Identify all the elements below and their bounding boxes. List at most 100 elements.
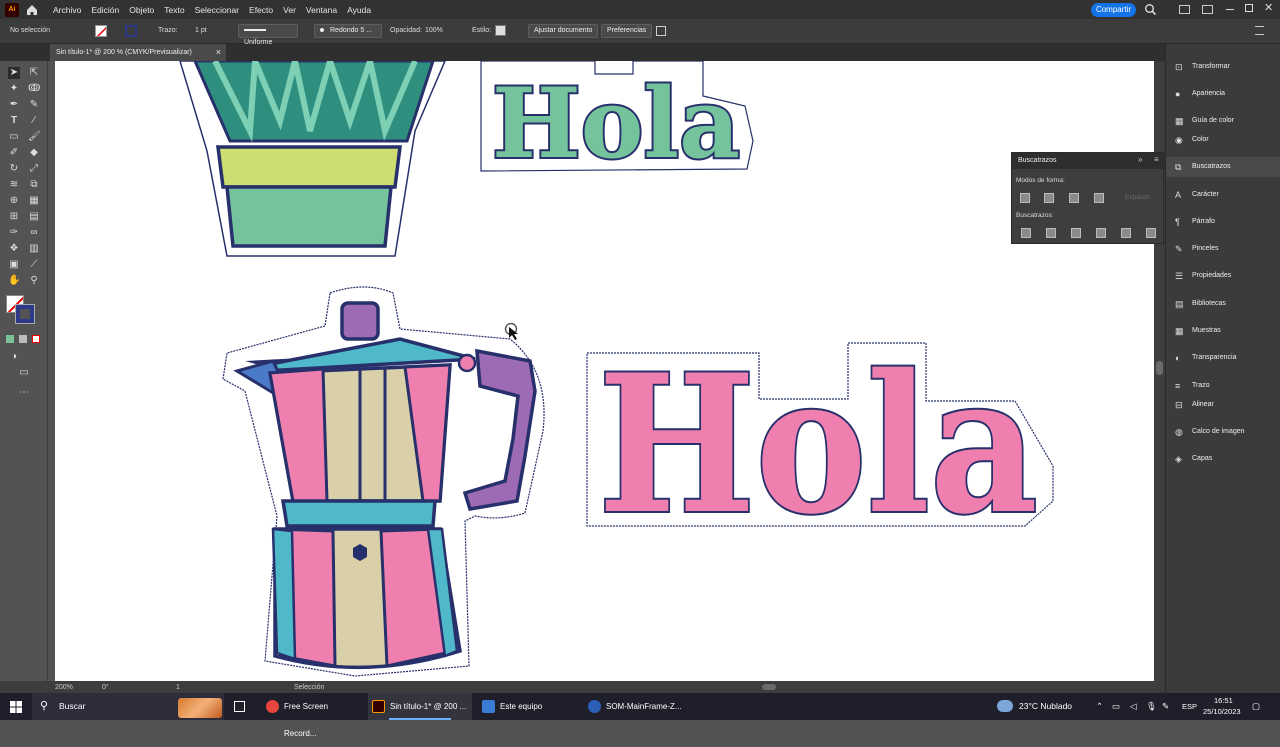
vertical-scroll-thumb[interactable]	[1156, 361, 1163, 375]
stroke-weight-field[interactable]: 1 pt	[195, 27, 207, 34]
taskbar-app-som[interactable]: SOM-MainFrame-Z...	[584, 693, 688, 720]
outline-button[interactable]	[1121, 228, 1131, 238]
notifications-icon[interactable]: ▢	[1252, 693, 1260, 720]
document-tab[interactable]: Sin título-1* @ 200 % (CMYK/Previsualiza…	[50, 44, 226, 61]
paintbrush-tool-icon[interactable]: 🖌	[28, 131, 41, 143]
perspective-tool-icon[interactable]: ▦	[28, 195, 40, 207]
exclude-button[interactable]	[1094, 193, 1104, 203]
scale-tool-icon[interactable]: ⤢	[28, 163, 40, 175]
expand-button[interactable]: Expandir	[1125, 194, 1151, 201]
minus-front-button[interactable]	[1044, 193, 1054, 203]
weather-text[interactable]: 23°C Nublado	[1019, 693, 1072, 720]
workspace-icon[interactable]	[1179, 5, 1190, 14]
lasso-tool-icon[interactable]: ↂ	[28, 83, 40, 95]
blend-tool-icon[interactable]: ∞	[28, 227, 40, 239]
panel-trazo[interactable]: ≡ Trazo	[1166, 376, 1280, 396]
maximize-icon[interactable]	[1245, 4, 1253, 12]
panel-transformar[interactable]: ⊡ Transformar	[1166, 57, 1280, 77]
tray-chevron-icon[interactable]: ⌃	[1096, 693, 1103, 720]
panel-parrafo[interactable]: ¶ Párrafo	[1166, 212, 1280, 232]
close-window-icon[interactable]: ✕	[1264, 1, 1273, 14]
panel-apariencia[interactable]: ● Apariencia	[1166, 84, 1280, 104]
menu-edicion[interactable]: Edición	[91, 5, 119, 15]
panel-propiedades[interactable]: ☰ Propiedades	[1166, 266, 1280, 286]
free-transform-tool-icon[interactable]: ⧉	[28, 179, 40, 191]
panel-caracter[interactable]: A Carácter	[1166, 185, 1280, 205]
type-tool-icon[interactable]: T	[8, 115, 20, 127]
panel-collapse-icon[interactable]: »	[1138, 155, 1142, 164]
gradient-tool-icon[interactable]: ▤	[28, 211, 40, 223]
tray-volume-icon[interactable]: ◁	[1130, 693, 1137, 720]
panel-calco-imagen[interactable]: ◍ Calco de imagen	[1166, 422, 1280, 442]
arrange-icon[interactable]	[1202, 5, 1213, 14]
tray-network-icon[interactable]: ▭	[1112, 693, 1120, 720]
slice-tool-icon[interactable]: ⟋	[28, 259, 40, 271]
rectangle-tool-icon[interactable]: ▭	[8, 131, 20, 143]
stroke-swatch[interactable]	[125, 25, 137, 37]
fill-swatch[interactable]	[95, 25, 107, 37]
menu-ver[interactable]: Ver	[283, 5, 296, 15]
color-mode-buttons[interactable]	[6, 335, 42, 343]
zoom-tool-icon[interactable]: ⚲	[28, 275, 40, 287]
document-setup-button[interactable]: Ajustar documento	[528, 24, 599, 38]
panel-options-icon[interactable]: ≡	[1154, 155, 1159, 164]
magic-wand-tool-icon[interactable]: ✦	[8, 83, 20, 95]
artboard-number[interactable]: 1	[176, 684, 180, 691]
menu-ayuda[interactable]: Ayuda	[347, 5, 371, 15]
document-tab-close[interactable]: ×	[216, 44, 221, 61]
stroke-color-box[interactable]	[15, 304, 35, 324]
shaper-tool-icon[interactable]: ✐	[8, 147, 20, 159]
taskbar-app-illustrator[interactable]: Sin título-1* @ 200 ...	[368, 693, 472, 720]
clock-date[interactable]: 25/10/2023	[1203, 707, 1241, 716]
task-view-icon[interactable]	[234, 701, 245, 712]
share-button[interactable]: Compartir	[1091, 3, 1136, 17]
horizontal-scroll-thumb[interactable]	[762, 684, 776, 690]
panel-guia-color[interactable]: ▦ Guía de color	[1166, 111, 1280, 131]
horizontal-scrollbar[interactable]	[0, 681, 1165, 693]
weather-icon[interactable]	[997, 700, 1013, 712]
plant-sticker[interactable]	[179, 61, 446, 257]
artboard-canvas[interactable]: Hola Hola	[55, 61, 1154, 681]
more-tools-icon[interactable]: ⋯	[18, 387, 30, 399]
tray-pen-icon[interactable]: ✎	[1162, 693, 1169, 720]
style-swatch[interactable]	[495, 25, 506, 36]
language-indicator[interactable]: ESP	[1182, 693, 1197, 720]
panel-capas[interactable]: ◈ Capas	[1166, 449, 1280, 469]
hola-main-sticker[interactable]: Hola	[586, 331, 1054, 558]
merge-button[interactable]	[1071, 228, 1081, 238]
hola-top-sticker[interactable]: Hola	[480, 61, 754, 182]
taskbar-search-box[interactable]: ⚲ Buscar	[32, 693, 224, 720]
graph-tool-icon[interactable]: ▥	[28, 243, 40, 255]
rotation-value[interactable]: 0°	[102, 684, 109, 691]
draw-mode-icon[interactable]: ◑	[8, 351, 20, 363]
menu-efecto[interactable]: Efecto	[249, 5, 273, 15]
curvature-tool-icon[interactable]: ✎	[28, 99, 40, 111]
panel-buscatrazos[interactable]: ⧉ Buscatrazos	[1166, 157, 1280, 177]
tray-mic-icon[interactable]: 🎙	[1146, 693, 1157, 720]
minus-back-button[interactable]	[1146, 228, 1156, 238]
divide-button[interactable]	[1021, 228, 1031, 238]
opacity-field[interactable]: 100%	[425, 27, 443, 34]
panel-menu-icon[interactable]	[1255, 26, 1264, 35]
menu-seleccionar[interactable]: Seleccionar	[195, 5, 239, 15]
unite-button[interactable]	[1020, 193, 1030, 203]
pathfinder-panel-header[interactable]: Buscatrazos » ≡	[1012, 153, 1165, 169]
search-icon[interactable]	[1144, 3, 1157, 16]
crop-button[interactable]	[1096, 228, 1106, 238]
taskbar-app-chrome[interactable]: Free Screen Record...	[262, 693, 362, 738]
shape-builder-tool-icon[interactable]: ⊕	[8, 195, 20, 207]
menu-texto[interactable]: Texto	[164, 5, 184, 15]
artboard-tool-icon[interactable]: ▣	[8, 259, 20, 271]
hand-tool-icon[interactable]: ✋	[8, 275, 20, 287]
eraser-tool-icon[interactable]: ◆	[28, 147, 40, 159]
panel-color[interactable]: ◉ Color	[1166, 130, 1280, 150]
direct-selection-tool-icon[interactable]: ⇱	[28, 67, 40, 79]
app-logo[interactable]: Ai	[5, 2, 19, 17]
moka-pot-sticker[interactable]	[222, 286, 545, 677]
preferences-button[interactable]: Preferencias	[601, 24, 653, 38]
windows-start-icon[interactable]	[10, 701, 22, 713]
intersect-button[interactable]	[1069, 193, 1079, 203]
mesh-tool-icon[interactable]: ⊞	[8, 211, 20, 223]
rotate-tool-icon[interactable]: ↻	[8, 163, 20, 175]
screen-mode-icon[interactable]: ▭	[18, 367, 30, 379]
